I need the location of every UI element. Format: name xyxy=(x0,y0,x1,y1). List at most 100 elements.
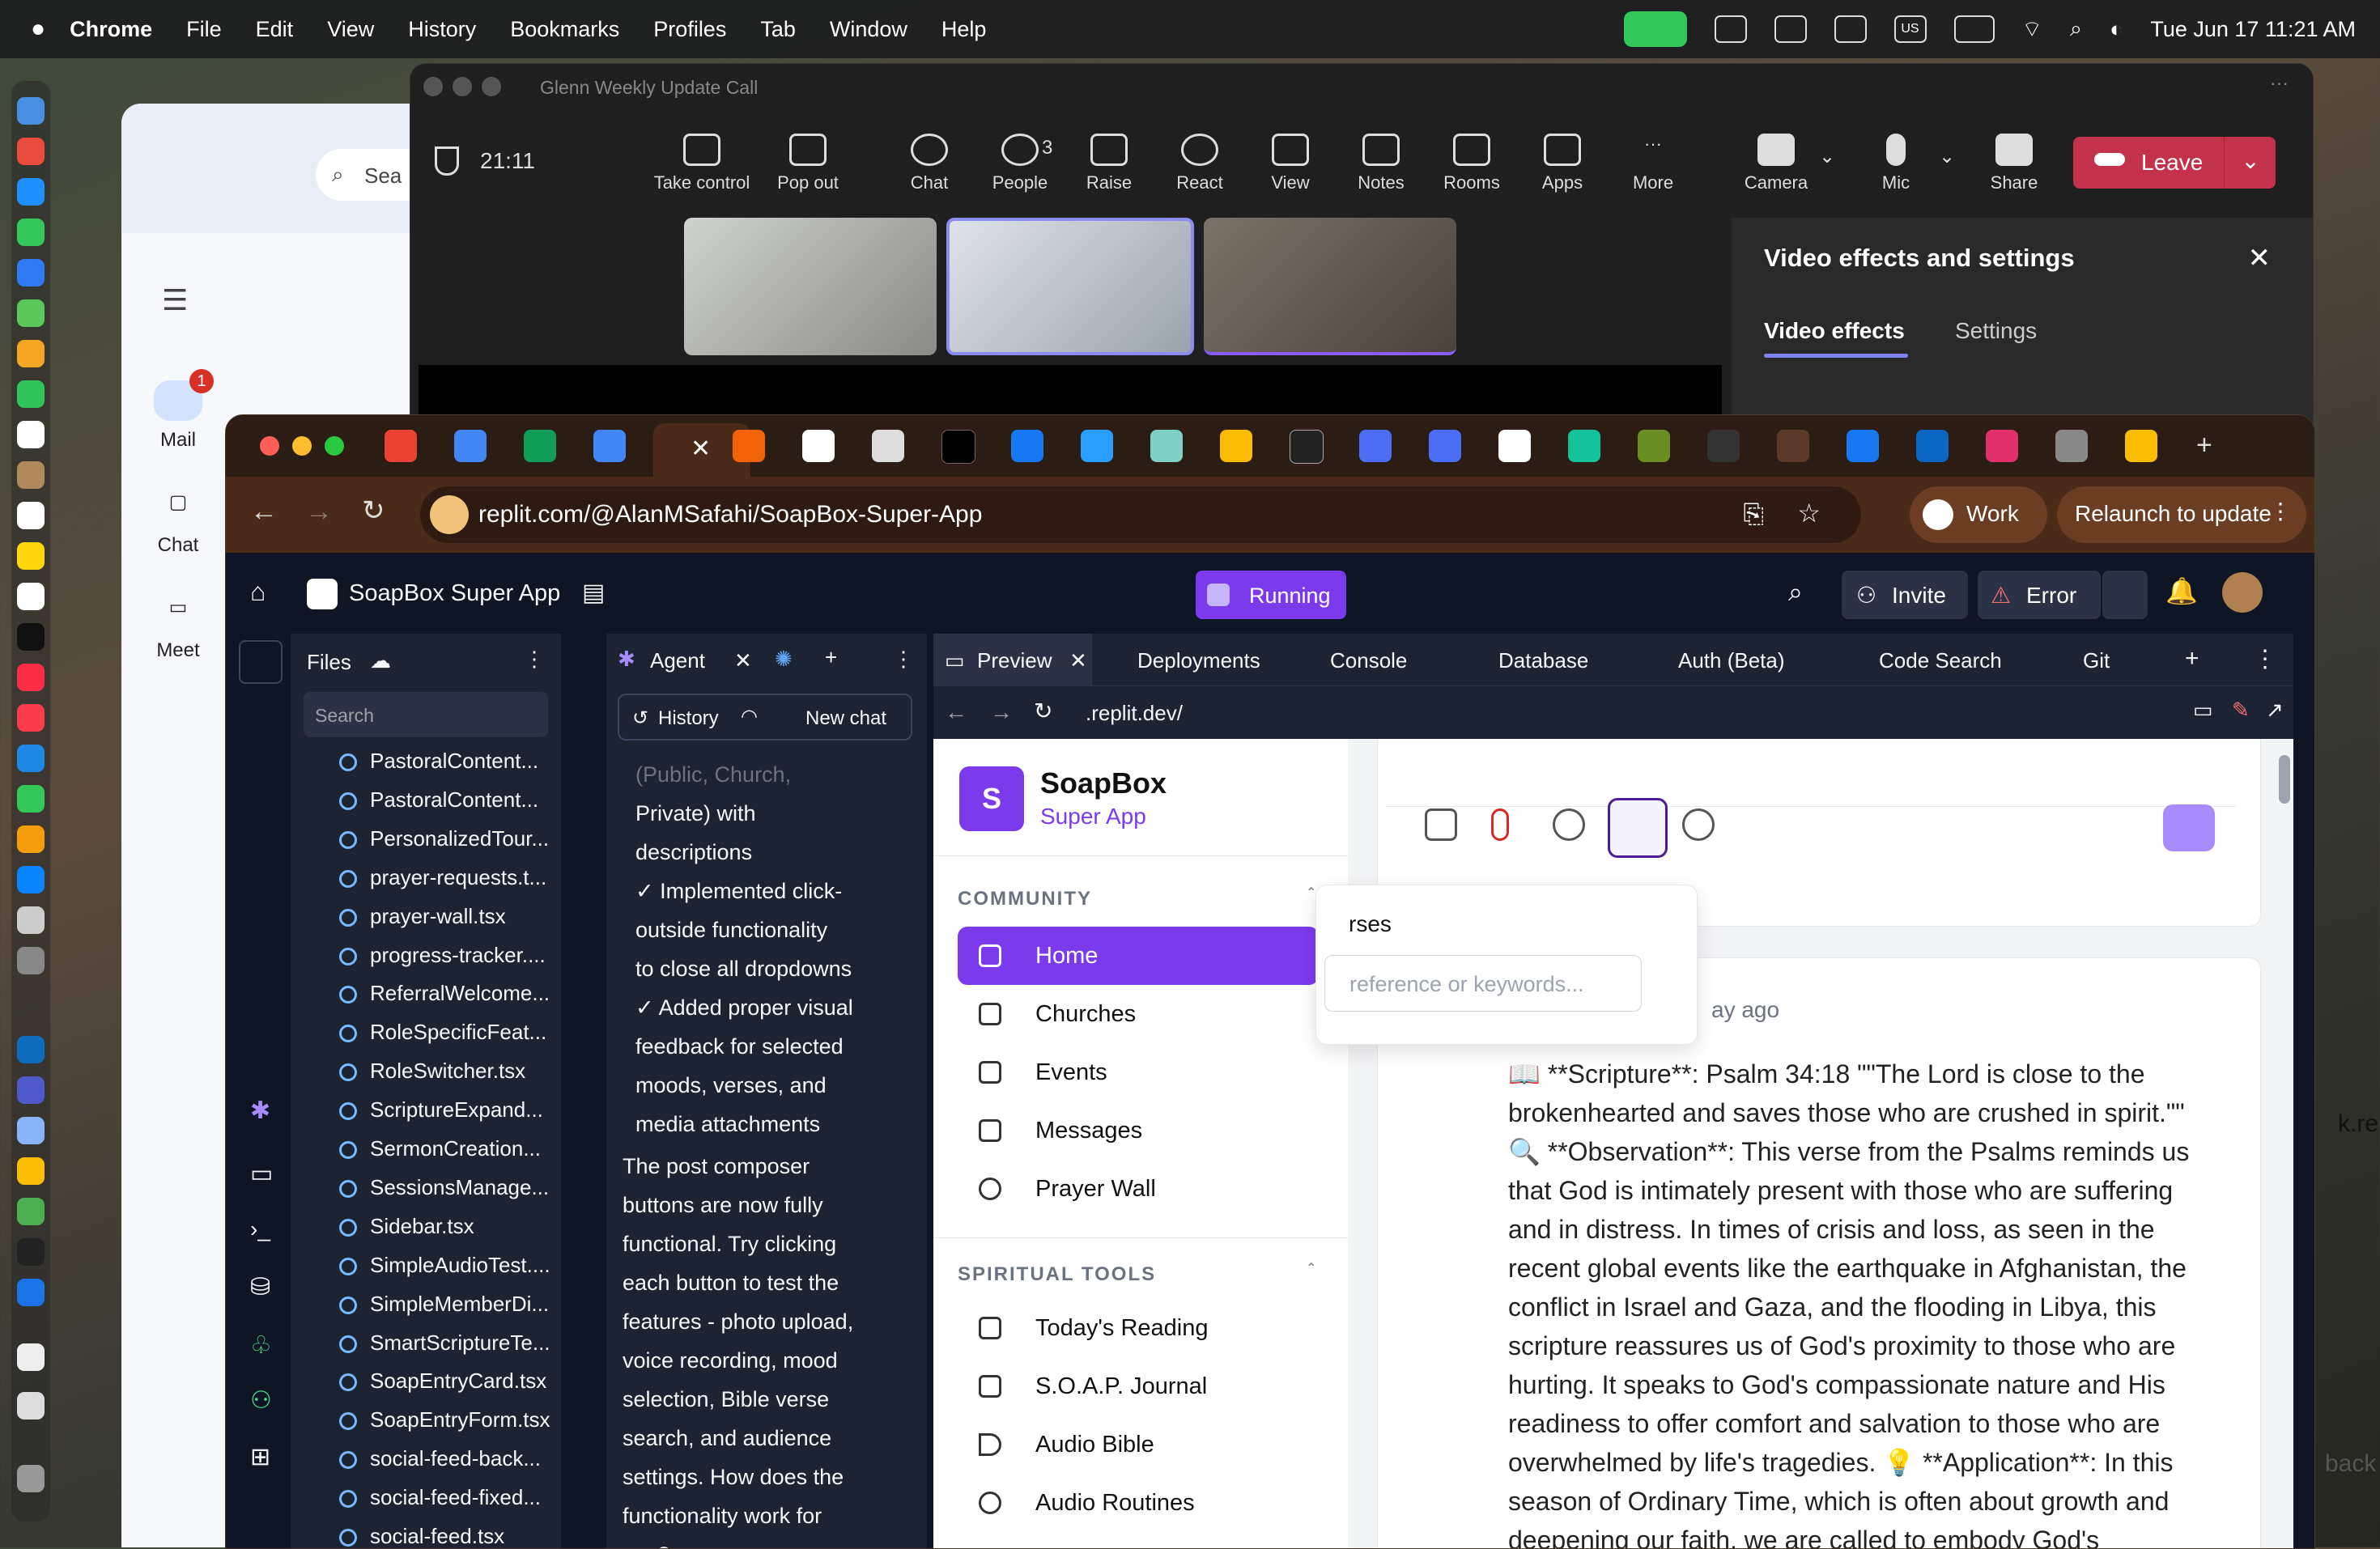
nav-label-meet[interactable]: Meet xyxy=(121,639,235,662)
agent-tool-icon[interactable]: ✱ xyxy=(250,1097,270,1125)
tab-google-docs-2[interactable] xyxy=(593,430,626,462)
project-info-icon[interactable]: ▤ xyxy=(582,579,605,607)
window-zoom-icon[interactable] xyxy=(482,77,501,96)
tab-gmail[interactable] xyxy=(385,430,417,462)
tab-code-search[interactable]: Code Search xyxy=(1843,634,2046,685)
office-icon[interactable] xyxy=(1774,15,1807,43)
messages-icon[interactable] xyxy=(17,219,45,246)
file-tree-item[interactable]: SoapEntryCard.tsx xyxy=(339,1369,546,1407)
pop-out-button[interactable]: Pop out xyxy=(763,112,852,218)
file-tree-item[interactable]: social-feed-fixed... xyxy=(339,1485,541,1524)
raise-hand-button[interactable]: Raise xyxy=(1065,112,1154,218)
file-tree-item[interactable]: RoleSwitcher.tsx xyxy=(339,1059,525,1097)
contacts-icon[interactable] xyxy=(17,461,45,489)
maps-icon[interactable] xyxy=(17,299,45,327)
tab-instagram[interactable] xyxy=(1986,430,2018,462)
participant-video-3[interactable] xyxy=(1204,218,1456,355)
tab-app-5[interactable] xyxy=(1777,430,1809,462)
file-tree-item[interactable]: SermonCreation... xyxy=(339,1136,541,1175)
back-icon[interactable]: ← xyxy=(945,699,967,725)
photos-icon[interactable] xyxy=(17,340,45,367)
remote-desktop-icon[interactable] xyxy=(17,1117,45,1144)
tab-app-3[interactable] xyxy=(1638,430,1670,462)
install-app-icon[interactable]: ⎘ xyxy=(1743,499,1764,530)
file-tree-item[interactable]: SessionsManage... xyxy=(339,1175,549,1214)
tab-close-icon[interactable]: ✕ xyxy=(691,435,711,463)
tab-google-docs[interactable] xyxy=(454,430,487,462)
all-tools-icon[interactable]: ⊞ xyxy=(250,1443,270,1471)
file-tree-item[interactable]: SmartScriptureTe... xyxy=(339,1330,550,1369)
launchpad-icon[interactable] xyxy=(17,138,45,165)
deploy-tool-icon[interactable]: ♧ xyxy=(250,1331,272,1360)
forward-icon[interactable]: → xyxy=(305,496,333,528)
nav-soap-journal[interactable]: S.O.A.P. Journal xyxy=(958,1357,1319,1415)
more-button[interactable]: ··· More xyxy=(1609,112,1698,218)
tab-google-sheets[interactable] xyxy=(524,430,556,462)
tab-app-4[interactable] xyxy=(1707,430,1740,462)
keynote-icon[interactable] xyxy=(17,745,45,772)
home-icon[interactable]: ⌂ xyxy=(250,577,266,607)
tab-video-effects[interactable]: Video effects xyxy=(1764,318,1905,344)
user-avatar[interactable] xyxy=(2222,572,2263,613)
preview-scrollbar-thumb[interactable] xyxy=(2279,755,2290,804)
forward-icon[interactable]: → xyxy=(990,699,1013,725)
finder-icon[interactable] xyxy=(17,97,45,125)
tab-app-1[interactable] xyxy=(1359,430,1392,462)
freeform-icon[interactable] xyxy=(17,583,45,610)
menu-file[interactable]: File xyxy=(186,17,222,42)
reload-icon[interactable]: ↻ xyxy=(362,494,385,527)
audience-globe-icon[interactable] xyxy=(1682,808,1715,841)
nav-churches[interactable]: Churches xyxy=(958,985,1319,1043)
agent-tab-label[interactable]: Agent xyxy=(650,648,705,673)
window-close-icon[interactable] xyxy=(260,436,279,456)
camera-button[interactable]: Camera xyxy=(1732,112,1821,218)
music-icon[interactable] xyxy=(17,664,45,691)
preview-url[interactable]: .replit.dev/ xyxy=(1086,701,1183,726)
file-tree-item[interactable]: Sidebar.tsx xyxy=(339,1214,474,1253)
control-center-icon[interactable]: ◐ xyxy=(2110,17,2123,42)
files-search-input[interactable]: Search xyxy=(304,692,548,737)
menu-history[interactable]: History xyxy=(408,17,476,42)
reminders-icon[interactable] xyxy=(17,502,45,529)
url-text[interactable]: replit.com/@AlanMSafahi/SoapBox-Super-Ap… xyxy=(478,501,982,528)
nav-audio-routines[interactable]: Audio Routines xyxy=(958,1474,1319,1532)
nav-events[interactable]: Events xyxy=(958,1043,1319,1101)
system-settings-icon[interactable] xyxy=(17,947,45,974)
more-vertical-icon[interactable]: ⋮ xyxy=(2269,498,2292,524)
leave-options-chevron-icon[interactable]: ⌄ xyxy=(2224,137,2276,189)
file-tree-item[interactable]: SimpleMemberDi... xyxy=(339,1292,549,1330)
tabs-menu-icon[interactable]: ⋮ xyxy=(2253,645,2277,673)
nav-home[interactable]: Home xyxy=(958,927,1319,985)
file-tree-item[interactable]: social-feed-back... xyxy=(339,1446,541,1485)
trash-icon[interactable] xyxy=(17,1465,45,1492)
tab-openai[interactable] xyxy=(1290,430,1324,464)
menu-window[interactable]: Window xyxy=(830,17,907,42)
menu-profiles[interactable]: Profiles xyxy=(653,17,726,42)
tab-github-2[interactable] xyxy=(1498,430,1531,462)
copilot-icon[interactable] xyxy=(1714,15,1747,43)
menu-bookmarks[interactable]: Bookmarks xyxy=(510,17,619,42)
send-icon[interactable] xyxy=(2163,804,2215,851)
tab-replit[interactable] xyxy=(733,430,765,462)
tab-deployments[interactable]: Deployments xyxy=(1100,634,1294,685)
verse-search-input[interactable]: reference or keywords... xyxy=(1324,955,1642,1012)
error-button[interactable]: ⚠ Error xyxy=(1978,571,2101,619)
menu-edit[interactable]: Edit xyxy=(256,17,294,42)
nav-label-chat[interactable]: Chat xyxy=(121,534,235,557)
tab-close-icon[interactable]: ✕ xyxy=(1069,648,1087,673)
downloads-icon[interactable] xyxy=(17,1392,45,1420)
nav-messages[interactable]: Messages xyxy=(958,1101,1319,1160)
safari-icon[interactable] xyxy=(17,178,45,206)
nav-todays-reading[interactable]: Today's Reading xyxy=(958,1299,1319,1357)
auth-tool-icon[interactable]: ⚇ xyxy=(250,1386,272,1415)
file-tree-item[interactable]: PastoralContent... xyxy=(339,749,538,787)
take-control-button[interactable]: Take control xyxy=(645,112,759,218)
people-button[interactable]: People 3 xyxy=(975,112,1065,218)
shell-tool-icon[interactable]: ›_ xyxy=(250,1216,270,1242)
device-icon[interactable]: ▭ xyxy=(2193,698,2213,723)
menu-help[interactable]: Help xyxy=(941,17,987,42)
calendar-icon[interactable] xyxy=(17,421,45,448)
terminal-icon[interactable] xyxy=(17,1238,45,1266)
file-tree-item[interactable]: social-feed.tsx xyxy=(339,1524,504,1548)
file-tree-item[interactable]: SoapEntryForm.tsx xyxy=(339,1407,550,1446)
